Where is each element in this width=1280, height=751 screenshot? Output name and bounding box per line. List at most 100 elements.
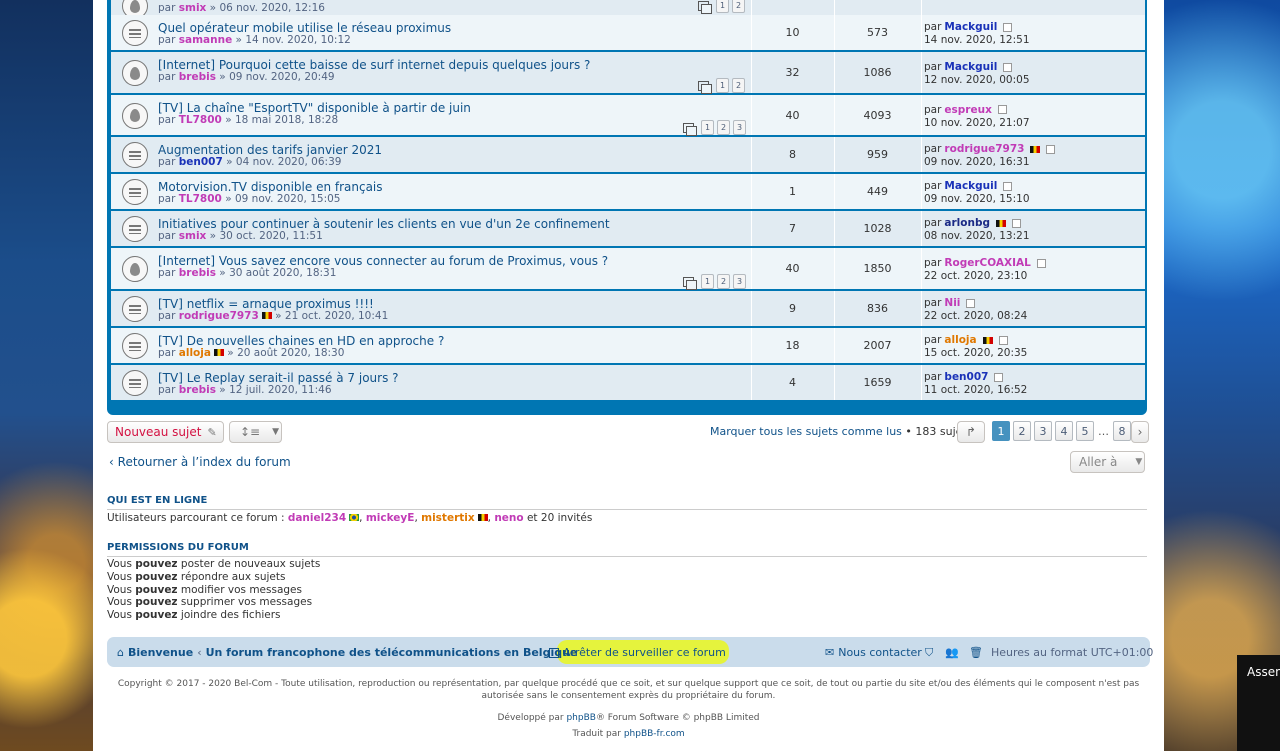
topic-title[interactable]: Motorvision.TV disponible en français <box>158 180 383 194</box>
online-user[interactable]: neno <box>494 512 523 524</box>
last-post-author[interactable]: alloja <box>944 334 976 346</box>
online-user[interactable]: daniel234 <box>288 512 346 524</box>
phpbb-fr-link[interactable]: phpBB-fr.com <box>624 729 685 739</box>
trash-icon[interactable]: 🗑 <box>969 646 983 659</box>
last-post-author[interactable]: Mackguil <box>944 61 997 73</box>
last-post-date: 22 oct. 2020, 23:10 <box>924 270 1028 282</box>
mark-read-link[interactable]: Marquer tous les sujets comme lus <box>710 425 902 438</box>
translated-by: Traduit par phpBB-fr.com <box>572 729 685 739</box>
contact-link[interactable]: ✉ Nous contacter <box>825 646 922 659</box>
topic-page-link[interactable]: 1 <box>716 0 729 13</box>
go-to-post-icon[interactable] <box>1003 181 1013 191</box>
users-icon[interactable]: 👥 <box>945 646 959 659</box>
topic-author[interactable]: TL7800 <box>179 193 222 205</box>
last-post-author[interactable]: ben007 <box>944 371 988 383</box>
reply-count: 40 <box>785 108 800 122</box>
topic-row[interactable]: [Internet] Vous savez encore vous connec… <box>111 248 1145 290</box>
reply-count: 7 <box>789 222 796 235</box>
topic-page-link[interactable]: 1 <box>701 274 714 289</box>
topic-title[interactable]: Quel opérateur mobile utilise le réseau … <box>158 21 451 35</box>
topic-page-link[interactable]: 2 <box>732 78 745 93</box>
page-link[interactable]: 5 <box>1076 421 1094 441</box>
pages-icon <box>698 0 712 14</box>
go-to-post-icon[interactable] <box>997 105 1007 114</box>
breadcrumb-forum[interactable]: Un forum francophone des télécommunicati… <box>206 646 578 659</box>
last-post-date: 10 nov. 2020, 21:07 <box>924 116 1030 129</box>
topic-row[interactable]: Initiatives pour continuer à soutenir le… <box>111 211 1145 247</box>
topic-page-link[interactable]: 2 <box>732 0 745 13</box>
topic-author[interactable]: smix <box>179 2 207 14</box>
topic-page-link[interactable]: 1 <box>716 78 729 93</box>
back-to-index-link[interactable]: ‹ Retourner à l’index du forum <box>109 455 291 469</box>
topic-row[interactable]: Augmentation des tarifs janvier 2021 par… <box>111 137 1145 173</box>
go-to-post-icon[interactable] <box>1003 62 1013 72</box>
online-user[interactable]: mistertix <box>421 512 475 524</box>
topic-page-link[interactable]: 3 <box>733 120 746 135</box>
pagination: 1 2 3 4 5 … 8 <box>992 421 1131 441</box>
page-link[interactable]: 1 <box>992 421 1010 441</box>
last-post-author[interactable]: espreux <box>944 104 991 116</box>
topic-author[interactable]: brebis <box>179 267 216 279</box>
topic-author[interactable]: ben007 <box>179 156 223 168</box>
topic-author[interactable]: brebis <box>179 71 216 83</box>
topic-row[interactable]: [TV] netflix = arnaque proximus !!!! par… <box>111 291 1145 327</box>
last-post-author[interactable]: Mackguil <box>944 180 997 192</box>
jump-to-button[interactable]: Aller à ▼ <box>1070 451 1145 473</box>
last-post-author[interactable]: rodrigue7973 <box>944 143 1024 155</box>
page-link[interactable]: 4 <box>1055 421 1073 441</box>
topic-row[interactable]: [TV] La chaîne "EsportTV" disponible à p… <box>111 95 1145 136</box>
unwatch-forum-link[interactable]: Arrêter de surveiller ce forum <box>549 646 726 659</box>
topic-row[interactable]: [TV] De nouvelles chaines en HD en appro… <box>111 328 1145 364</box>
flag-icon <box>996 219 1007 227</box>
go-to-post-icon[interactable] <box>994 372 1004 382</box>
topic-author[interactable]: TL7800 <box>179 114 222 126</box>
topic-page-link[interactable]: 2 <box>717 120 730 135</box>
topic-author[interactable]: brebis <box>179 384 216 396</box>
topic-title[interactable]: [TV] De nouvelles chaines en HD en appro… <box>158 334 444 348</box>
go-to-post-icon[interactable] <box>966 298 976 308</box>
topic-title[interactable]: Augmentation des tarifs janvier 2021 <box>158 143 382 157</box>
last-post-author[interactable]: Nii <box>944 297 960 309</box>
topic-title[interactable]: [TV] Le Replay serait-il passé à 7 jours… <box>158 371 399 385</box>
topic-row[interactable]: [Internet] Pourquoi cette baisse de surf… <box>111 52 1145 94</box>
topic-title[interactable]: [TV] La chaîne "EsportTV" disponible à p… <box>158 101 471 115</box>
go-to-post-icon[interactable] <box>1003 22 1013 32</box>
last-post-author[interactable]: Mackguil <box>944 21 997 33</box>
online-user[interactable]: mickeyE <box>366 512 415 524</box>
page-link[interactable]: 8 <box>1113 421 1131 441</box>
divider <box>921 15 922 50</box>
phpbb-link[interactable]: phpBB <box>566 713 595 723</box>
go-to-post-icon[interactable] <box>1036 258 1046 268</box>
topic-page-link[interactable]: 3 <box>733 274 746 289</box>
topic-row[interactable]: [TV] Le Replay serait-il passé à 7 jours… <box>111 365 1145 401</box>
go-to-post-icon[interactable] <box>1046 144 1056 154</box>
sort-options-button[interactable]: ↕≡ ▼ <box>229 421 282 443</box>
permission-line: Vous pouvez répondre aux sujets <box>107 570 286 583</box>
topic-row[interactable]: Motorvision.TV disponible en français pa… <box>111 174 1145 210</box>
topic-title[interactable]: [Internet] Pourquoi cette baisse de surf… <box>158 58 590 72</box>
page-link[interactable]: 3 <box>1034 421 1052 441</box>
topic-author[interactable]: smix <box>179 230 207 242</box>
page-link[interactable]: 2 <box>1013 421 1031 441</box>
topic-meta: par rodrigue7973 » 21 oct. 2020, 10:41 <box>158 310 389 322</box>
topic-page-link[interactable]: 1 <box>701 120 714 135</box>
new-topic-button[interactable]: Nouveau sujet ✎ <box>107 421 224 443</box>
jump-to-page-button[interactable]: ↱ <box>957 421 985 443</box>
topic-title[interactable]: [Internet] Vous savez encore vous connec… <box>158 254 608 268</box>
topic-author[interactable]: samanne <box>179 34 232 46</box>
last-post-author[interactable]: RogerCOAXIAL <box>944 257 1030 269</box>
shield-icon[interactable]: ⛉ <box>925 646 933 660</box>
go-to-post-icon[interactable] <box>1012 218 1022 228</box>
last-post-author[interactable]: arlonbg <box>944 217 990 229</box>
breadcrumb-home[interactable]: Bienvenue <box>128 646 193 659</box>
topic-title[interactable]: [TV] netflix = arnaque proximus !!!! <box>158 297 374 311</box>
chevron-left-icon: ‹ <box>197 646 202 659</box>
go-to-post-icon[interactable] <box>998 335 1008 345</box>
next-page-button[interactable]: › <box>1131 421 1149 443</box>
topic-row[interactable]: Quel opérateur mobile utilise le réseau … <box>111 15 1145 51</box>
topic-page-link[interactable]: 2 <box>717 274 730 289</box>
topic-author[interactable]: alloja <box>179 347 211 359</box>
view-count: 449 <box>867 185 888 198</box>
topic-title[interactable]: Initiatives pour continuer à soutenir le… <box>158 217 610 231</box>
topic-author[interactable]: rodrigue7973 <box>179 310 259 322</box>
